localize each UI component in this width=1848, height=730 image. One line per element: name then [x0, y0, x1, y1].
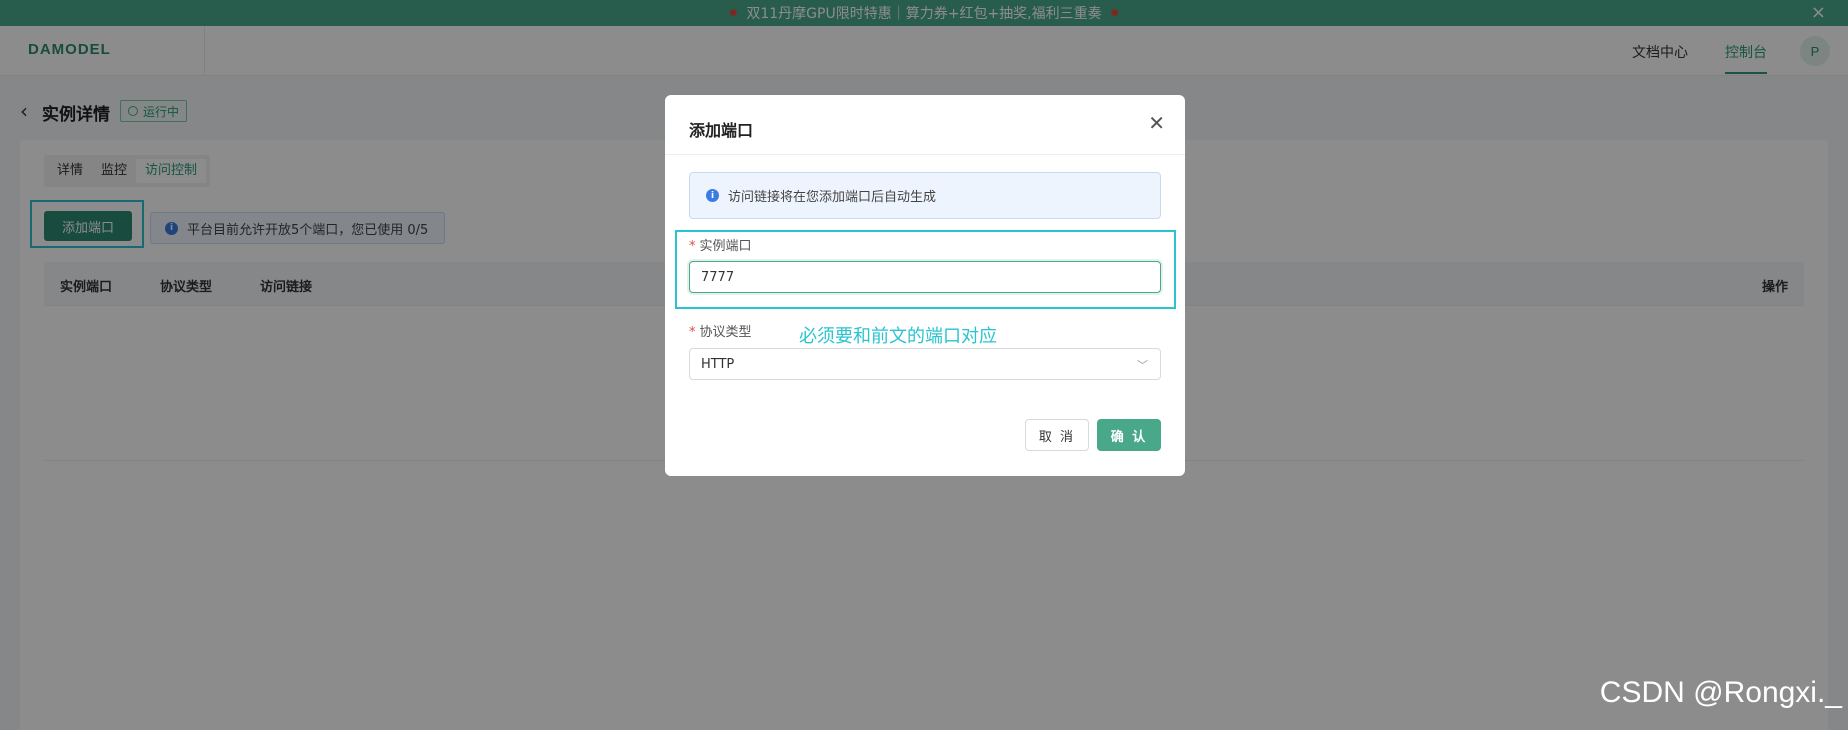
protocol-label: * 协议类型: [689, 321, 752, 340]
protocol-label-text: 协议类型: [699, 325, 752, 340]
dialog-info-alert: i 访问链接将在您添加端口后自动生成: [689, 172, 1161, 219]
watermark: CSDN @Rongxi._: [1599, 676, 1842, 709]
add-port-dialog: 添加端口 ✕ i 访问链接将在您添加端口后自动生成 * 实例端口 7777 * 协议…: [665, 95, 1185, 476]
protocol-select-value: HTTP: [701, 356, 735, 372]
port-input[interactable]: 7777: [689, 261, 1161, 293]
annotation-text: 必须要和前文的端口对应: [799, 326, 997, 347]
dialog-info-text: 访问链接将在您添加端口后自动生成: [728, 190, 937, 205]
divider: [665, 154, 1185, 155]
close-icon[interactable]: ✕: [1148, 111, 1165, 135]
chevron-down-icon: ﹀: [1137, 359, 1148, 372]
confirm-button[interactable]: 确 认: [1097, 419, 1161, 451]
protocol-select[interactable]: HTTP ﹀: [689, 348, 1161, 380]
required-mark: *: [689, 325, 696, 340]
port-label: * 实例端口: [689, 235, 752, 254]
required-mark: *: [689, 239, 696, 254]
dialog-title: 添加端口: [689, 121, 754, 140]
port-label-text: 实例端口: [699, 239, 752, 254]
info-icon: i: [706, 189, 719, 202]
cancel-button[interactable]: 取 消: [1025, 419, 1089, 451]
